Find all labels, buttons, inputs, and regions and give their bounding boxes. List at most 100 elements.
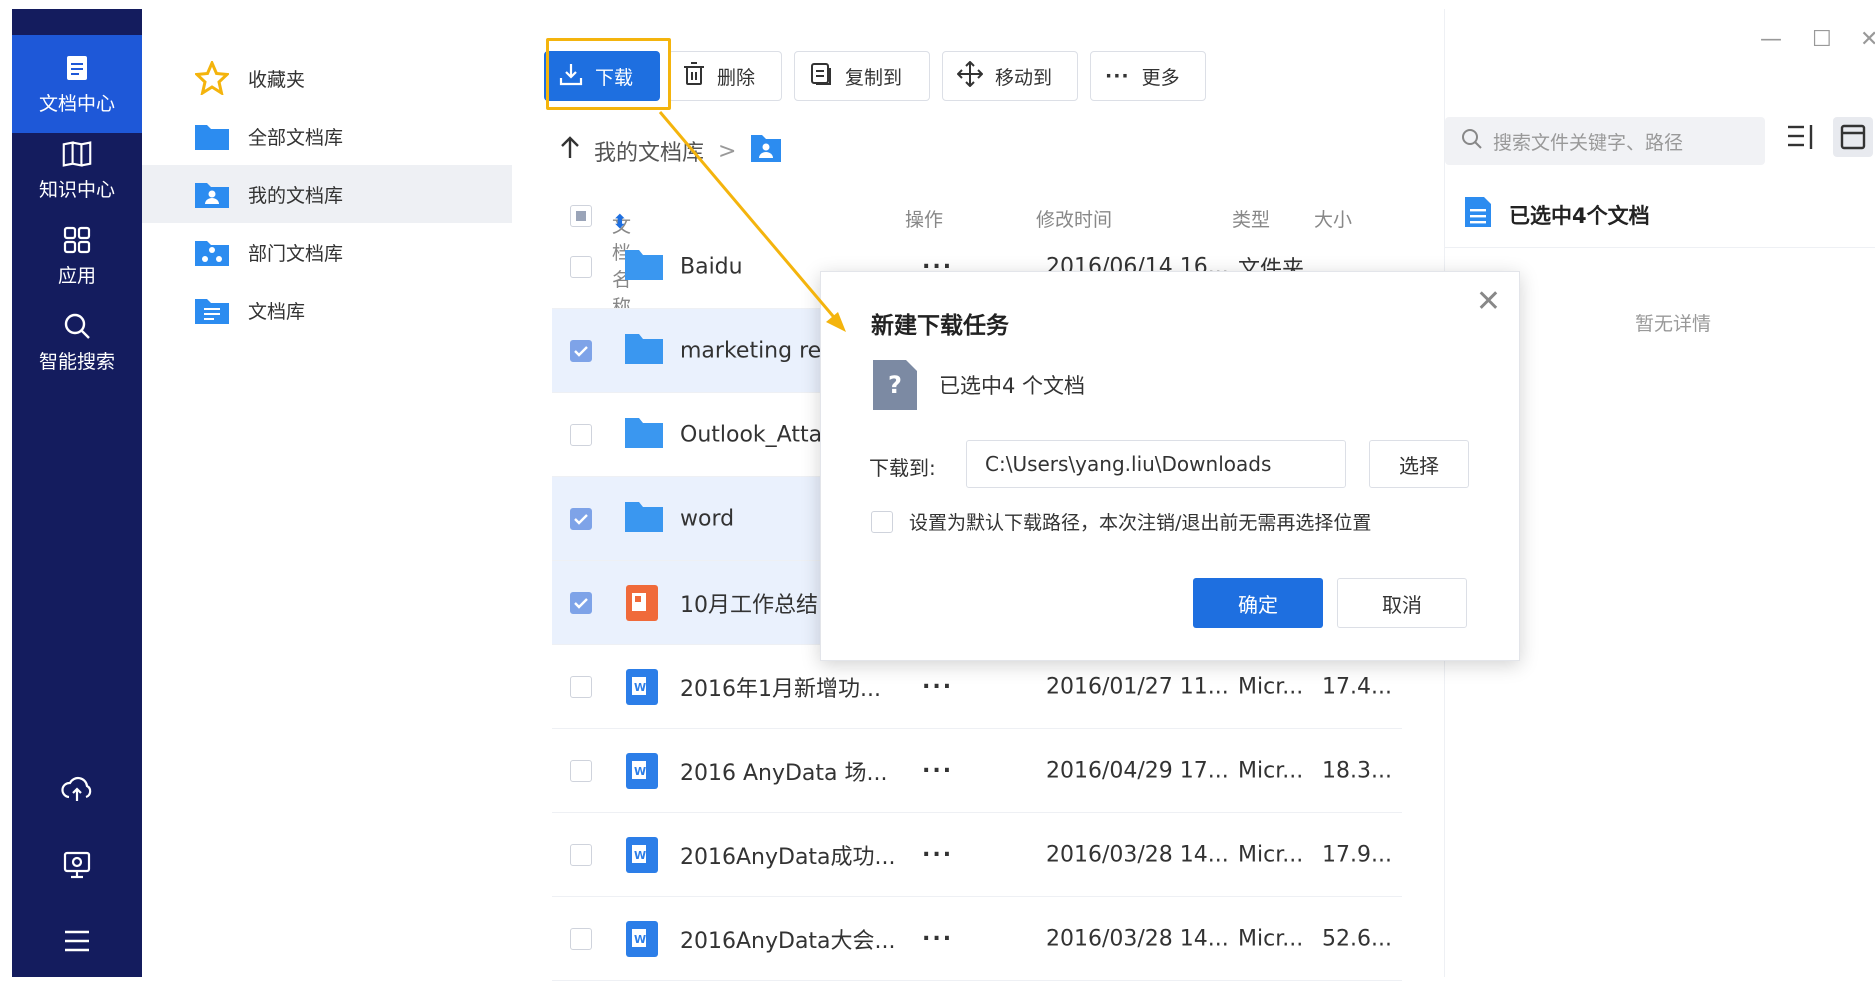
search-input[interactable]: 搜索文件关键字、路径 (1445, 117, 1765, 165)
lib-item-all-libraries[interactable]: 全部文档库 (142, 107, 512, 165)
apps-icon (62, 225, 92, 255)
rail-item-apps[interactable]: 应用 (12, 207, 142, 305)
row-name[interactable]: 2016AnyData大会... (680, 923, 896, 955)
row-name[interactable]: Outlook_Atta (680, 422, 822, 447)
choose-path-button[interactable]: 选择 (1369, 440, 1469, 488)
confirm-button[interactable]: 确定 (1193, 578, 1323, 628)
folder-icon (194, 118, 230, 154)
breadcrumb: 我的文档库 > (560, 131, 782, 171)
rail-label: 智能搜索 (38, 350, 115, 373)
svg-text:W: W (634, 849, 646, 862)
row-type: Micr... (1238, 842, 1304, 867)
cancel-button[interactable]: 取消 (1337, 578, 1467, 628)
row-name[interactable]: word (680, 506, 734, 531)
word-file-icon: W (624, 751, 664, 791)
folder-icon (624, 499, 664, 539)
maximize-button[interactable]: ☐ (1812, 27, 1832, 52)
row-name[interactable]: 2016年1月新增功... (680, 671, 881, 703)
row-name[interactable]: 2016AnyData成功... (680, 839, 896, 871)
row-name[interactable]: Baidu (680, 254, 743, 279)
document-icon (1463, 195, 1493, 234)
ppt-file-icon (624, 583, 664, 623)
download-path-field[interactable]: C:\Users\yang.liu\Downloads (966, 440, 1346, 488)
table-row[interactable]: W 2016AnyData大会... ··· 2016/03/28 14... Micr… (552, 897, 1402, 981)
selected-count-title: 已选中4个文档 (1463, 195, 1650, 234)
folder-icon (624, 331, 664, 371)
row-ops-button[interactable]: ··· (922, 926, 953, 951)
copy-icon (809, 62, 833, 91)
row-checkbox[interactable] (570, 927, 592, 950)
dialog-selected-text: 已选中4 个文档 (939, 374, 1086, 398)
row-mtime: 2016/04/29 17... (1046, 758, 1229, 783)
folder-icon (624, 247, 664, 287)
row-name[interactable]: marketing re (680, 338, 821, 363)
sort-list-icon[interactable] (1785, 121, 1817, 157)
panel-toggle-icon[interactable] (1833, 117, 1873, 157)
lib-label: 部门文档库 (248, 242, 344, 265)
transfer-button[interactable] (12, 837, 142, 897)
download-to-label: 下载到: (869, 456, 936, 480)
doc-folder-icon (194, 292, 230, 328)
divider (1445, 247, 1875, 248)
table-row[interactable]: W 2016AnyData成功... ··· 2016/03/28 14... Micr… (552, 813, 1402, 897)
lib-item-my-library[interactable]: 我的文档库 (142, 165, 512, 223)
more-button[interactable]: ··· 更多 (1090, 51, 1206, 101)
row-type: Micr... (1238, 926, 1304, 951)
copy-to-label: 复制到 (845, 66, 903, 89)
document-icon (62, 53, 92, 83)
lib-item-doc-library[interactable]: 文档库 (142, 281, 512, 339)
row-name[interactable]: 10月工作总结 (680, 587, 818, 619)
up-arrow-icon[interactable] (560, 136, 580, 166)
row-size: 17.9... (1322, 842, 1392, 867)
selected-title-text: 已选中4个文档 (1509, 203, 1650, 228)
search-icon (1461, 128, 1483, 155)
move-to-button[interactable]: 移动到 (942, 51, 1078, 101)
rail-item-knowledge-center[interactable]: 知识中心 (12, 121, 142, 219)
row-checkbox[interactable] (570, 255, 592, 278)
row-checkbox[interactable] (570, 759, 592, 782)
row-checkbox[interactable] (570, 339, 592, 362)
row-checkbox[interactable] (570, 423, 592, 446)
trash-icon (683, 61, 705, 91)
download-dialog: 新建下载任务 ✕ ? 已选中4 个文档 下载到: C:\Users\yang.l… (820, 271, 1520, 661)
delete-button[interactable]: 删除 (668, 51, 782, 101)
svg-text:W: W (634, 933, 646, 946)
row-type: Micr... (1238, 674, 1304, 699)
cloud-upload-button[interactable] (12, 761, 142, 821)
row-checkbox[interactable] (570, 843, 592, 866)
default-path-label: 设置为默认下载路径，本次注销/退出前无需再选择位置 (909, 512, 1372, 534)
dialog-close-icon[interactable]: ✕ (1476, 284, 1501, 319)
row-ops-button[interactable]: ··· (922, 674, 953, 699)
rail-label: 知识中心 (38, 178, 115, 201)
lib-label: 我的文档库 (248, 184, 344, 207)
user-folder-icon[interactable] (750, 133, 782, 169)
menu-icon (63, 929, 91, 957)
breadcrumb-separator: > (718, 138, 737, 164)
row-checkbox[interactable] (570, 507, 592, 530)
more-label: 更多 (1141, 66, 1180, 89)
lib-label: 收藏夹 (248, 68, 306, 91)
svg-text:W: W (634, 765, 646, 778)
row-checkbox[interactable] (570, 675, 592, 698)
default-path-option[interactable]: 设置为默认下载路径，本次注销/退出前无需再选择位置 (871, 508, 1371, 535)
table-row[interactable]: W 2016 AnyData 场... ··· 2016/04/29 17... Mic… (552, 729, 1402, 813)
copy-to-button[interactable]: 复制到 (794, 51, 930, 101)
rail-item-smart-search[interactable]: 智能搜索 (12, 293, 142, 391)
menu-button[interactable] (12, 913, 142, 973)
row-ops-button[interactable]: ··· (922, 842, 953, 867)
rail-item-document-center[interactable]: 文档中心 (12, 35, 142, 133)
close-window-button[interactable]: ✕ (1860, 27, 1875, 52)
question-file-icon: ? (873, 360, 917, 410)
row-name[interactable]: 2016 AnyData 场... (680, 755, 888, 787)
row-ops-button[interactable]: ··· (922, 758, 953, 783)
default-path-checkbox[interactable] (871, 510, 893, 533)
lib-item-dept-library[interactable]: 部门文档库 (142, 223, 512, 281)
lib-item-favorites[interactable]: 收藏夹 (142, 49, 512, 107)
book-icon (62, 139, 92, 169)
svg-text:W: W (634, 681, 646, 694)
row-checkbox[interactable] (570, 591, 592, 614)
select-all-checkbox[interactable] (570, 205, 592, 227)
minimize-button[interactable]: — (1760, 27, 1782, 52)
search-icon (62, 311, 92, 341)
breadcrumb-my-library[interactable]: 我的文档库 (594, 135, 704, 167)
